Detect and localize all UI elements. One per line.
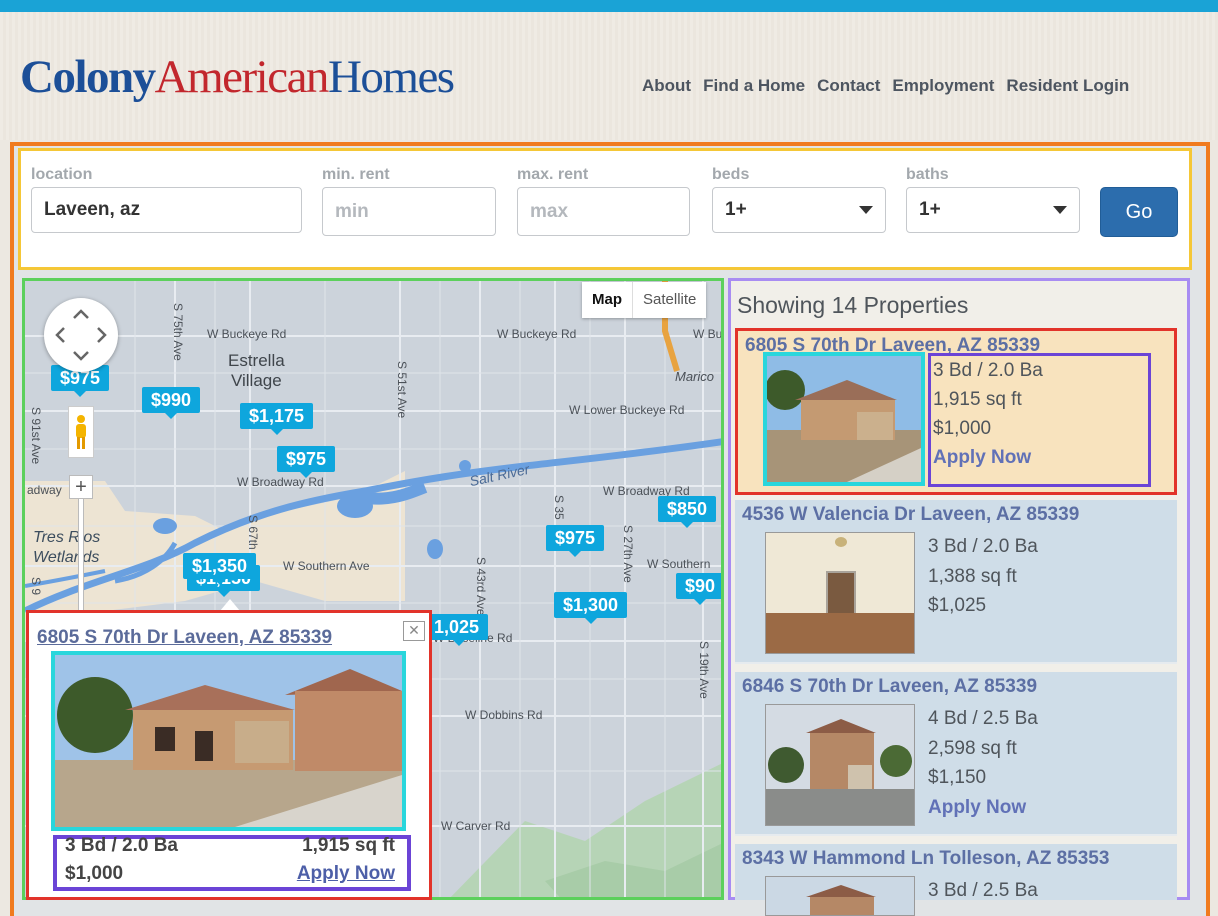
popup-address-link[interactable]: 6805 S 70th Dr Laveen, AZ 85339: [37, 627, 332, 649]
street-label: S 75th Ave: [171, 303, 185, 361]
property-photo[interactable]: [765, 704, 915, 826]
property-details: 3 Bd / 2.0 Ba 1,388 sq ft $1,025: [928, 532, 1038, 621]
price-pin[interactable]: $90: [676, 573, 721, 605]
street-label: S 43rd Ave: [474, 557, 488, 616]
popup-apply-now-link[interactable]: Apply Now: [297, 863, 395, 885]
property-sqft: 2,598 sq ft: [928, 737, 1017, 759]
popup-details: 3 Bd / 2.0 Ba 1,915 sq ft $1,000 Apply N…: [53, 835, 411, 891]
property-photo[interactable]: [765, 876, 915, 916]
property-details: 3 Bd / 2.5 Ba: [928, 876, 1038, 906]
street-label: S 27th Ave: [621, 525, 635, 583]
price-pin[interactable]: $850: [658, 496, 717, 528]
pan-control[interactable]: [44, 298, 118, 372]
street-label: W Buckeye Rd: [497, 327, 577, 341]
property-address-link[interactable]: 4536 W Valencia Dr Laveen, AZ 85339: [742, 504, 1079, 526]
pan-arrows-icon: [55, 309, 107, 361]
price-pin[interactable]: $1,350: [183, 553, 257, 585]
property-card[interactable]: 6805 S 70th Dr Laveen, AZ 85339 3 Bd / 2…: [735, 328, 1177, 495]
price-pin[interactable]: 1,025: [430, 614, 489, 646]
apply-now-link[interactable]: Apply Now: [933, 443, 1148, 472]
street-label: W Bu: [693, 327, 723, 341]
property-photo[interactable]: [765, 532, 915, 654]
price-pin[interactable]: $975: [277, 446, 336, 478]
street-label: Marico: [675, 369, 715, 384]
street-label: W Southern Ave: [283, 559, 370, 573]
baths-select[interactable]: 1+: [906, 187, 1080, 233]
map-type-control: Map Satellite: [582, 282, 707, 318]
popup-sqft: 1,915 sq ft: [302, 835, 395, 856]
property-beds-baths: 4 Bd / 2.5 Ba: [928, 708, 1038, 729]
beds-label: beds: [712, 166, 750, 183]
street-label: S 67th: [246, 515, 260, 550]
go-button[interactable]: Go: [1100, 187, 1178, 237]
popup-property-photo[interactable]: [51, 651, 406, 831]
property-beds-baths: 3 Bd / 2.5 Ba: [928, 880, 1038, 901]
street-label: S 9: [29, 577, 43, 596]
property-card[interactable]: 8343 W Hammond Ln Tolleson, AZ 85353 3 B…: [735, 844, 1177, 916]
main-nav: About Find a Home Contact Employment Res…: [642, 76, 1129, 96]
apply-now-link[interactable]: Apply Now: [928, 793, 1038, 823]
nav-employment[interactable]: Employment: [892, 76, 994, 96]
property-address-link[interactable]: 8343 W Hammond Ln Tolleson, AZ 85353: [742, 848, 1109, 870]
property-photo[interactable]: [763, 352, 925, 486]
property-popup: 6805 S 70th Dr Laveen, AZ 85339 ✕ 3 Bd /…: [26, 610, 432, 900]
street-label: W Southern: [647, 557, 711, 571]
min-rent-label: min. rent: [322, 166, 390, 183]
baths-label: baths: [906, 166, 949, 183]
price-pin[interactable]: $975: [546, 525, 605, 557]
street-label: S 91st Ave: [29, 407, 43, 465]
property-price: $1,150: [928, 767, 987, 788]
nav-about[interactable]: About: [642, 76, 691, 96]
street-label: S 51st Ave: [395, 361, 409, 419]
price-pin[interactable]: $990: [142, 387, 201, 419]
nav-find-a-home[interactable]: Find a Home: [703, 76, 805, 96]
property-price: $1,000: [933, 418, 992, 439]
chevron-down-icon: [859, 206, 873, 214]
popup-beds-baths: 3 Bd / 2.0 Ba: [65, 835, 178, 856]
site-logo[interactable]: ColonyAmericanHomes: [20, 54, 455, 101]
top-accent-bar: [0, 0, 1218, 12]
map-type-map-button[interactable]: Map: [582, 282, 632, 318]
close-icon[interactable]: ✕: [403, 621, 425, 641]
min-rent-input[interactable]: min: [322, 187, 496, 236]
nav-resident-login[interactable]: Resident Login: [1006, 76, 1129, 96]
street-label: S 19th Ave: [697, 641, 711, 699]
max-rent-label: max. rent: [517, 166, 589, 183]
property-sqft: 1,915 sq ft: [933, 389, 1022, 410]
street-label: S 35: [552, 495, 566, 520]
results-count: Showing 14 Properties: [737, 292, 969, 318]
popup-price: $1,000: [65, 863, 124, 884]
location-input[interactable]: Laveen, az: [31, 187, 302, 233]
street-label: W Lower Buckeye Rd: [569, 403, 685, 417]
property-beds-baths: 3 Bd / 2.0 Ba: [928, 536, 1038, 557]
property-details: 4 Bd / 2.5 Ba 2,598 sq ft $1,150 Apply N…: [928, 704, 1038, 822]
property-address-link[interactable]: 6846 S 70th Dr Laveen, AZ 85339: [742, 676, 1037, 698]
property-details: 3 Bd / 2.0 Ba 1,915 sq ft $1,000 Apply N…: [928, 353, 1151, 487]
site-header: ColonyAmericanHomes About Find a Home Co…: [0, 12, 1218, 140]
street-label: adway: [27, 483, 62, 497]
nav-contact[interactable]: Contact: [817, 76, 880, 96]
street-label: W Buckeye Rd: [207, 327, 287, 341]
street-label: W Carver Rd: [441, 819, 511, 833]
chevron-down-icon: [1053, 206, 1067, 214]
beds-select[interactable]: 1+: [712, 187, 886, 233]
street-label: W Dobbins Rd: [465, 708, 543, 722]
property-card[interactable]: 4536 W Valencia Dr Laveen, AZ 85339 3 Bd…: [735, 500, 1177, 664]
map-type-satellite-button[interactable]: Satellite: [632, 282, 706, 318]
property-card[interactable]: 6846 S 70th Dr Laveen, AZ 85339 4 Bd / 2…: [735, 672, 1177, 836]
property-sqft: 1,388 sq ft: [928, 565, 1017, 587]
street-view-pegman-icon[interactable]: [68, 406, 94, 458]
property-price: $1,025: [928, 595, 987, 616]
place-label-estrella: Estrella Village: [228, 351, 285, 390]
property-beds-baths: 3 Bd / 2.0 Ba: [933, 360, 1043, 381]
max-rent-input[interactable]: max: [517, 187, 690, 236]
price-pin[interactable]: $1,300: [554, 592, 628, 624]
location-label: location: [31, 166, 93, 183]
price-pin[interactable]: $1,175: [240, 403, 314, 435]
place-label-tres-rios: Tres Rios Wetlands: [33, 529, 101, 566]
zoom-in-button[interactable]: +: [69, 475, 93, 499]
